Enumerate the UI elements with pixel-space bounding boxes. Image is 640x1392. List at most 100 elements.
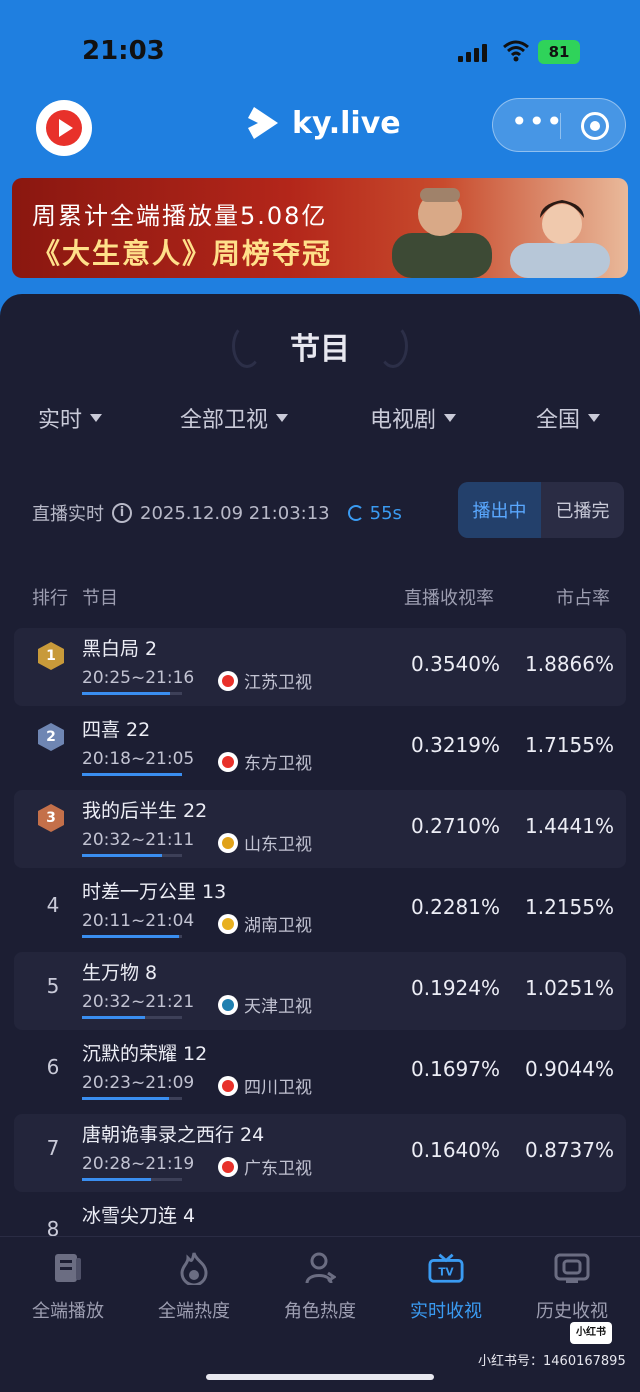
flame-icon xyxy=(180,1252,208,1285)
broadcast-progress-bar xyxy=(82,1178,182,1181)
battery-icon: 81 xyxy=(538,40,580,64)
mini-program-capsule: ••• xyxy=(492,98,626,152)
banner-actor-image xyxy=(392,188,492,278)
time-slot: 20:28~21:19 xyxy=(82,1154,195,1174)
market-share: 1.7155% xyxy=(525,733,614,757)
tab-label: 全端热度 xyxy=(158,1301,230,1322)
program-name: 我的后半生 22 xyxy=(82,800,208,822)
filter-region[interactable]: 全国 xyxy=(536,402,601,434)
channel: 山东卫视 xyxy=(218,830,312,855)
channel-logo-icon xyxy=(218,751,238,772)
time-slot: 20:11~21:04 xyxy=(82,911,195,931)
rank-number: 7 xyxy=(46,1136,60,1160)
ratings-table: 1 黑白局 2 20:25~21:16 江苏卫视 0.3540% 1.8866% 2 四喜 2… xyxy=(14,628,626,1236)
segment-on-air[interactable]: 播出中 xyxy=(458,482,541,538)
live-rating: 0.1924% xyxy=(411,976,500,1000)
header-rating[interactable]: 直播收视率 xyxy=(404,584,494,610)
channel-logo-icon xyxy=(218,832,238,853)
broadcast-progress-bar xyxy=(82,854,182,857)
channel-logo-icon xyxy=(218,670,238,691)
ky-live-logo-icon xyxy=(248,107,278,139)
table-row[interactable]: 3 我的后半生 22 20:32~21:11 山东卫视 0.2710% 1.4441% xyxy=(14,790,626,868)
xiaohongshu-id: 小红书号：1460167895 xyxy=(478,1354,626,1369)
market-share: 1.2155% xyxy=(525,895,614,919)
program-name: 沉默的荣耀 12 xyxy=(82,1043,208,1065)
channel-name: 四川卫视 xyxy=(244,1078,312,1098)
program-name: 黑白局 2 xyxy=(82,638,158,660)
table-row[interactable]: 6 沉默的荣耀 12 20:23~21:09 四川卫视 0.1697% 0.9044% xyxy=(14,1033,626,1111)
chevron-down-icon xyxy=(444,414,457,422)
broadcast-progress-bar xyxy=(82,1097,182,1100)
channel: 四川卫视 xyxy=(218,1073,312,1098)
tab-all-platform-plays[interactable]: 全端播放 xyxy=(8,1251,128,1323)
chevron-down-icon xyxy=(588,414,601,422)
market-share: 0.8737% xyxy=(525,1138,614,1162)
channel: 天津卫视 xyxy=(218,992,312,1017)
cellular-signal-icon xyxy=(458,42,490,62)
header-program: 节目 xyxy=(82,588,118,609)
header-rank: 排行 xyxy=(32,588,68,609)
tab-realtime-ratings[interactable]: TV 实时收视 xyxy=(386,1251,506,1323)
history-icon xyxy=(554,1253,590,1283)
svg-text:TV: TV xyxy=(438,1267,453,1279)
rank-medal-icon: 2 xyxy=(38,723,64,751)
refresh-countdown[interactable]: 55s xyxy=(347,503,402,524)
table-row[interactable]: 7 唐朝诡事录之西行 24 20:28~21:19 广东卫视 0.1640% 0.8737… xyxy=(14,1114,626,1192)
table-row[interactable]: 4 时差一万公里 13 20:11~21:04 湖南卫视 0.2281% 1.2155% xyxy=(14,871,626,949)
time-slot: 20:18~21:05 xyxy=(82,749,195,769)
broadcast-status-toggle: 播出中 已播完 xyxy=(458,482,624,538)
channel-name: 江苏卫视 xyxy=(244,673,312,693)
promo-banner[interactable]: 周累计全端播放量5.08亿 《大生意人》周榜夺冠 xyxy=(12,178,628,278)
segment-finished[interactable]: 已播完 xyxy=(541,482,624,538)
filter-genre[interactable]: 电视剧 xyxy=(370,402,457,434)
header-share[interactable]: 市占率 xyxy=(556,584,610,610)
channel-name: 东方卫视 xyxy=(244,754,312,774)
filter-time[interactable]: 实时 xyxy=(38,402,103,434)
rank-medal-icon: 1 xyxy=(38,642,64,670)
tab-historical-ratings[interactable]: 历史收视 xyxy=(512,1251,632,1323)
rank-number: 8 xyxy=(46,1217,60,1236)
xiaohongshu-logo: 小红书 xyxy=(570,1322,612,1344)
live-rating: 0.3219% xyxy=(411,733,500,757)
tv-icon: TV xyxy=(428,1253,464,1283)
market-share: 1.0251% xyxy=(525,976,614,1000)
live-rating: 0.1640% xyxy=(411,1138,500,1162)
rank-number: 6 xyxy=(46,1055,60,1079)
status-bar: 21:03 81 xyxy=(0,0,640,96)
channel-name: 湖南卫视 xyxy=(244,916,312,936)
wifi-icon xyxy=(503,40,529,62)
channel: 江苏卫视 xyxy=(218,668,312,693)
table-row[interactable]: 8 冰雪尖刀连 4 xyxy=(14,1195,626,1236)
table-header: 排行 节目 直播收视率 市占率 xyxy=(0,584,640,614)
status-time: 21:03 xyxy=(82,36,165,66)
chevron-down-icon xyxy=(276,414,289,422)
app-logo-button[interactable] xyxy=(36,100,92,156)
live-timestamp: 2025.12.09 21:03:13 xyxy=(140,502,330,524)
table-row[interactable]: 2 四喜 22 20:18~21:05 东方卫视 0.3219% 1.7155% xyxy=(14,709,626,787)
channel-logo-icon xyxy=(218,994,238,1015)
more-icon[interactable]: ••• xyxy=(511,108,563,141)
table-row[interactable]: 5 生万物 8 20:32~21:21 天津卫视 0.1924% 1.0251% xyxy=(14,952,626,1030)
table-row[interactable]: 1 黑白局 2 20:25~21:16 江苏卫视 0.3540% 1.8866% xyxy=(14,628,626,706)
time-slot: 20:32~21:11 xyxy=(82,830,195,850)
filter-channel[interactable]: 全部卫视 xyxy=(180,402,289,434)
time-slot: 20:23~21:09 xyxy=(82,1073,195,1093)
home-indicator[interactable] xyxy=(206,1374,434,1380)
time-slot: 20:25~21:16 xyxy=(82,668,195,688)
live-info: 直播实时 i 2025.12.09 21:03:13 55s xyxy=(32,500,402,526)
rank-medal-icon: 3 xyxy=(38,804,64,832)
tab-label: 角色热度 xyxy=(284,1301,356,1322)
channel-logo-icon xyxy=(218,1075,238,1096)
banner-subheadline: 《大生意人》周榜夺冠 xyxy=(32,237,333,270)
broadcast-progress-bar xyxy=(82,773,182,776)
channel: 广东卫视 xyxy=(218,1154,312,1179)
tab-all-platform-heat[interactable]: 全端热度 xyxy=(134,1251,254,1323)
close-mini-program-icon[interactable] xyxy=(581,112,609,140)
info-icon[interactable]: i xyxy=(112,503,132,523)
tab-label: 全端播放 xyxy=(32,1301,104,1322)
market-share: 1.4441% xyxy=(525,814,614,838)
program-name: 四喜 22 xyxy=(82,719,151,741)
channel-name: 广东卫视 xyxy=(244,1159,312,1179)
program-name: 生万物 8 xyxy=(82,962,158,984)
tab-character-heat[interactable]: 角色热度 xyxy=(260,1251,380,1323)
